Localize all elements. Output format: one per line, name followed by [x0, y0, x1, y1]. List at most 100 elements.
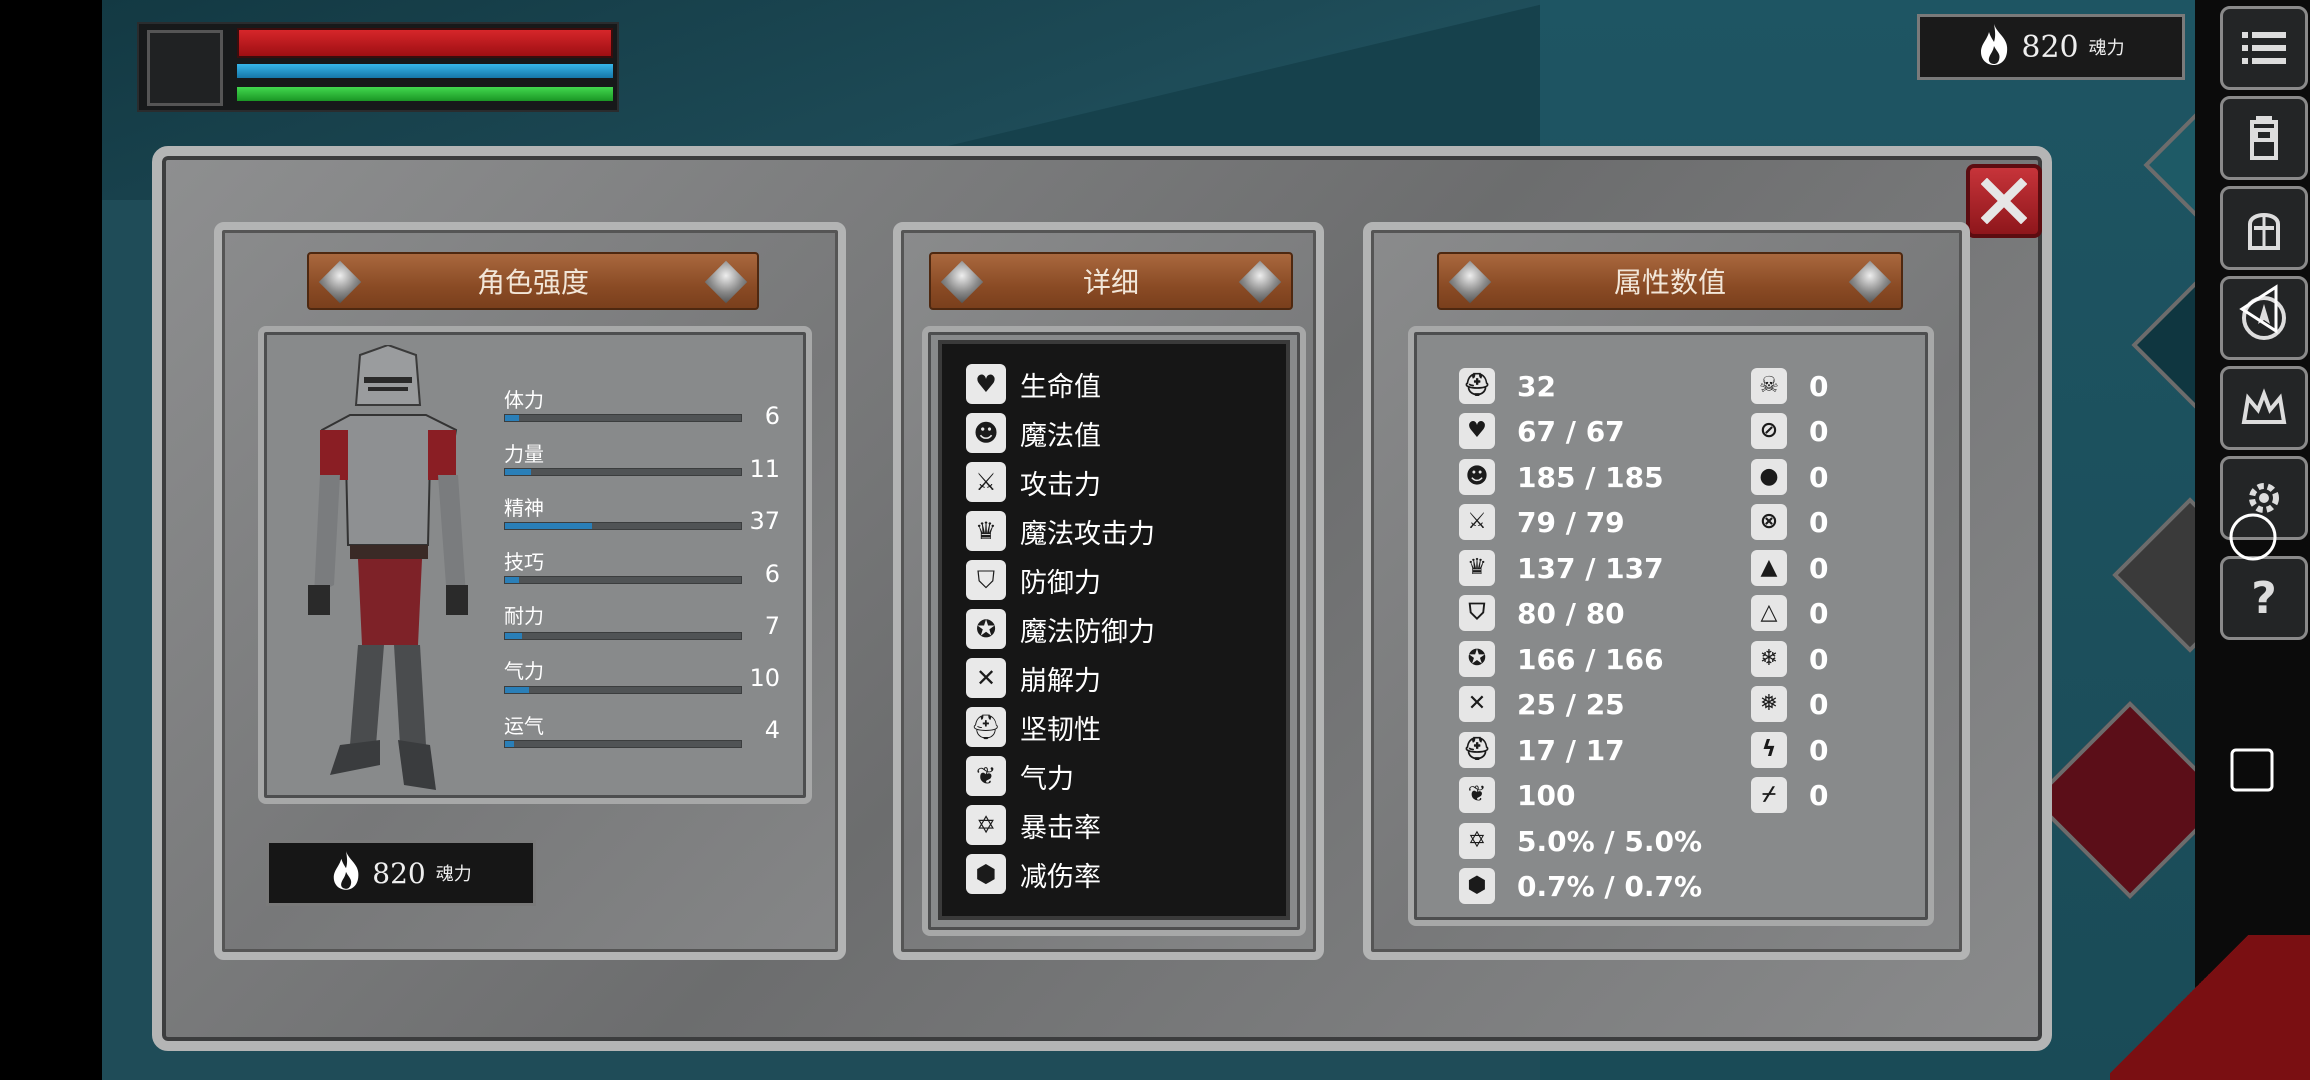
break-icon: ✕: [966, 658, 1006, 698]
stud-icon: [1448, 260, 1492, 304]
nav-back-icon[interactable]: [2236, 283, 2282, 339]
corner-indicator: [2110, 935, 2310, 1080]
stat-bar-fill: [505, 741, 515, 747]
attribute-row: ⛑ 17 / 17: [1459, 730, 1625, 770]
attribute-row: ♥ 67 / 67: [1459, 411, 1625, 451]
damage-reduction-icon: ⬢: [966, 854, 1006, 894]
stat-bar-fill: [505, 469, 531, 475]
attribute-value: 0: [1809, 596, 1829, 630]
attribute-row: ❅ 0: [1751, 684, 1828, 724]
attribute-value: 100: [1517, 778, 1576, 812]
close-button[interactable]: [1966, 164, 2042, 238]
stat-label: 耐力: [504, 604, 544, 628]
menu-list-icon[interactable]: [2220, 6, 2308, 90]
detail-item[interactable]: ⚔ 攻击力: [966, 460, 1101, 504]
shield-icon: ⛉: [1459, 595, 1495, 631]
detail-item[interactable]: ♥ 生命值: [966, 362, 1101, 406]
stat-label: 精神: [504, 496, 544, 520]
detail-item[interactable]: ⬢ 减伤率: [966, 852, 1101, 896]
stat-bar-fill: [505, 687, 529, 693]
nav-recents-icon[interactable]: [2230, 748, 2274, 796]
sword-icon: ⚔: [966, 462, 1006, 502]
soul-amount: 820: [2021, 29, 2079, 65]
attribute-row: ❦ 100: [1459, 775, 1575, 815]
stat-bar: [504, 686, 742, 694]
attribute-row: ❄ 0: [1751, 639, 1828, 679]
detail-item[interactable]: ♛ 魔法攻击力: [966, 509, 1155, 553]
helmet-icon[interactable]: [2220, 186, 2308, 270]
soul-counter: 820 魂力: [1917, 14, 2185, 80]
attribute-row: ⛑ 32: [1459, 366, 1556, 406]
attribute-values-header: 属性数值: [1437, 252, 1903, 310]
lightning-resist-icon: ⌿: [1751, 777, 1787, 813]
stat-bar-fill: [505, 523, 593, 529]
detail-label: 暴击率: [1020, 812, 1101, 844]
soul-counter-panel: 820 魂力: [266, 840, 536, 906]
lungs-icon: ❦: [966, 756, 1006, 796]
soul-panel-amount: 820: [372, 856, 426, 890]
detail-label: 减伤率: [1020, 861, 1101, 893]
attribute-value: 32: [1517, 369, 1556, 403]
attribute-value: 25 / 25: [1517, 687, 1625, 721]
detail-item[interactable]: ☻ 魔法值: [966, 411, 1101, 455]
stat-value: 10: [749, 664, 780, 692]
attribute-value: 17 / 17: [1517, 733, 1625, 767]
stat-bar: [504, 576, 742, 584]
damage-reduction-icon: ⬢: [1459, 868, 1495, 904]
backpack-icon[interactable]: [2220, 96, 2308, 180]
attribute-value: 67 / 67: [1517, 414, 1625, 448]
fire-icon: ▲: [1751, 550, 1787, 586]
detail-item[interactable]: ✕ 崩解力: [966, 656, 1101, 700]
help-glyph: ?: [2251, 572, 2277, 624]
bleed-icon: ●: [1751, 459, 1787, 495]
stat-bar-fill: [505, 577, 520, 583]
attribute-value: 80 / 80: [1517, 596, 1625, 630]
attribute-value: 166 / 166: [1517, 642, 1664, 676]
stat-label: 气力: [504, 659, 544, 683]
attribute-row: ☠ 0: [1751, 366, 1828, 406]
attribute-value: 0: [1809, 414, 1829, 448]
attribute-row: ⛉ 80 / 80: [1459, 593, 1625, 633]
frost-resist-icon: ❅: [1751, 686, 1787, 722]
fire-resist-icon: △: [1751, 595, 1787, 631]
poison-resist-icon: ⊘: [1751, 413, 1787, 449]
detail-item[interactable]: ❦ 气力: [966, 754, 1074, 798]
detail-item[interactable]: ⛑ 坚韧性: [966, 705, 1101, 749]
crown-icon[interactable]: [2220, 366, 2308, 450]
help-icon[interactable]: ?: [2220, 556, 2308, 640]
detail-label: 防御力: [1020, 567, 1101, 599]
player-portrait: [147, 30, 223, 106]
detail-item[interactable]: ⛉ 防御力: [966, 558, 1101, 602]
soul-panel-unit: 魂力: [435, 864, 472, 885]
attribute-value: 0: [1809, 733, 1829, 767]
detail-item[interactable]: ✪ 魔法防御力: [966, 607, 1155, 651]
attribute-row: ✡ 5.0% / 5.0%: [1459, 821, 1702, 861]
nav-home-icon[interactable]: [2228, 512, 2278, 566]
magic-attack-icon: ♛: [966, 511, 1006, 551]
attribute-row: ⊗ 0: [1751, 502, 1828, 542]
stat-bar-fill: [505, 415, 520, 421]
detail-label: 魔法值: [1020, 420, 1101, 452]
detail-label: 气力: [1020, 763, 1074, 795]
helmet-icon: ⛑: [1459, 732, 1495, 768]
magic-shield-icon: ✪: [966, 609, 1006, 649]
detail-header: 详细: [929, 252, 1293, 310]
detail-label: 魔法防御力: [1020, 616, 1155, 648]
stat-label: 体力: [504, 388, 544, 412]
attribute-value: 5.0% / 5.0%: [1517, 824, 1703, 858]
detail-label: 生命值: [1020, 371, 1101, 403]
magic-attack-icon: ♛: [1459, 550, 1495, 586]
stud-icon: [1238, 260, 1282, 304]
stat-value: 6: [764, 560, 780, 588]
detail-item[interactable]: ✡ 暴击率: [966, 803, 1101, 847]
stat-value: 7: [764, 612, 780, 640]
attribute-value: 0: [1809, 642, 1829, 676]
attribute-value: 0: [1809, 687, 1829, 721]
head-icon: ☻: [1459, 459, 1495, 495]
detail-label: 攻击力: [1020, 469, 1101, 501]
detail-label: 坚韧性: [1020, 714, 1101, 746]
stat-bar: [504, 632, 742, 640]
break-icon: ✕: [1459, 686, 1495, 722]
bleed-resist-icon: ⊗: [1751, 504, 1787, 540]
stamina-bar: [237, 87, 613, 101]
